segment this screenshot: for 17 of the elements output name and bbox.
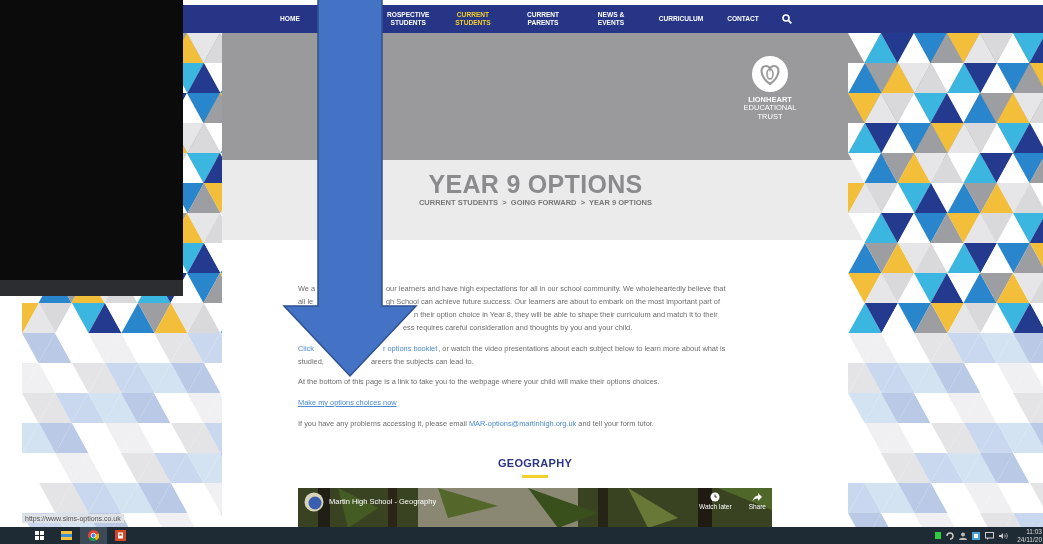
share-icon[interactable] — [752, 491, 763, 502]
sync-icon[interactable] — [946, 531, 955, 540]
network-icon[interactable] — [972, 531, 981, 540]
grid-icon — [35, 531, 44, 540]
browser-icon — [88, 530, 99, 541]
logo-icon — [751, 55, 789, 93]
folder-icon — [61, 531, 72, 540]
slides-icon — [115, 530, 126, 541]
status-icon[interactable] — [935, 532, 942, 539]
person-icon[interactable] — [959, 531, 968, 540]
section-heading: GEOGRAPHY — [496, 456, 574, 470]
page-title: YEAR 9 OPTIONS — [428, 169, 643, 199]
chat-icon[interactable] — [985, 531, 995, 540]
channel-avatar-icon[interactable] — [304, 491, 324, 512]
search-icon[interactable] — [782, 14, 792, 24]
speaker-icon[interactable] — [999, 531, 1009, 540]
clock-icon[interactable] — [710, 491, 721, 502]
